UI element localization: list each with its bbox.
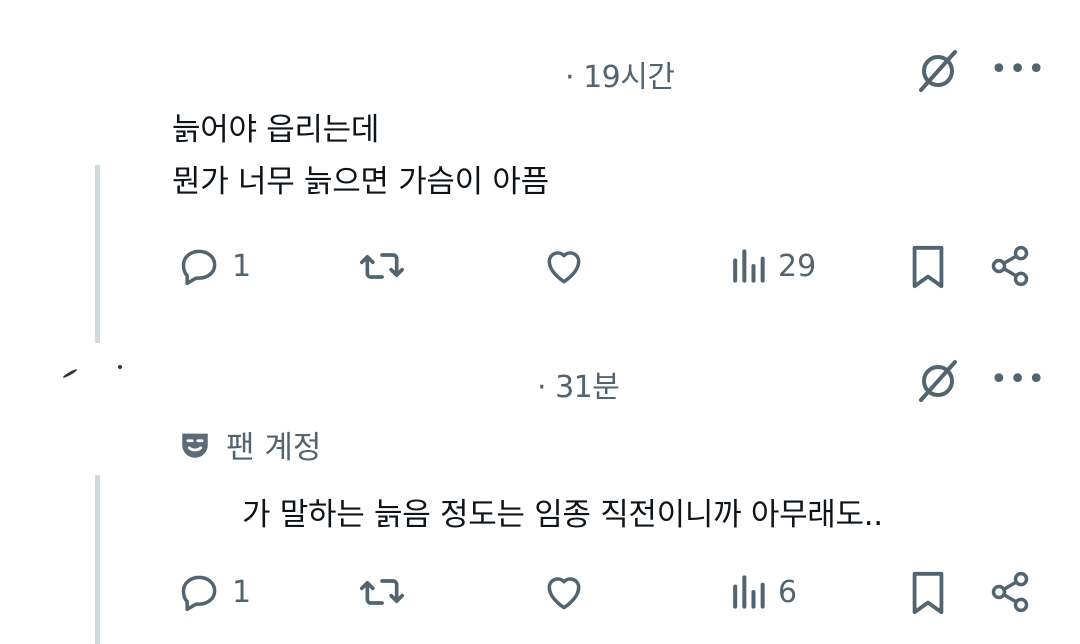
like-button[interactable]: [542, 244, 596, 288]
share-icon: [991, 245, 1029, 287]
share-button[interactable]: [988, 244, 1032, 288]
reply-icon: [181, 575, 217, 612]
post-timestamp[interactable]: · 19시간: [565, 52, 675, 96]
avatar: [62, 368, 78, 379]
heart-icon: [547, 577, 581, 610]
repost-button[interactable]: [358, 244, 416, 288]
fan-account-text: 팬 계정: [226, 430, 322, 466]
post-text-line: 늙어야 읍리는데: [172, 112, 380, 148]
bookmark-button[interactable]: [908, 244, 948, 290]
mask-icon: [182, 433, 208, 458]
repost-icon: [360, 253, 404, 279]
views-icon: [733, 249, 765, 283]
like-button[interactable]: [542, 570, 596, 614]
views-icon: [733, 575, 765, 609]
bookmark-button[interactable]: [908, 570, 948, 616]
views-count: 6: [778, 574, 798, 610]
bookmark-icon: [912, 245, 944, 289]
reply-button[interactable]: 1: [178, 244, 251, 288]
views-button[interactable]: 6: [728, 570, 797, 614]
post[interactable]: · 19시간 ••• 늙어야 읍리는데 뭔가 너무 늙으면 가슴이 아픔 1 2…: [0, 0, 1080, 340]
post-text-line: 가 말하는 늙음 정도는 임종 직전이니까 아무래도..: [242, 497, 883, 533]
share-icon: [991, 571, 1029, 613]
post-timestamp[interactable]: · 31분: [537, 362, 620, 406]
share-button[interactable]: [988, 570, 1032, 614]
grok-icon[interactable]: [915, 358, 961, 404]
more-icon[interactable]: •••: [990, 365, 1046, 395]
grok-icon[interactable]: [915, 48, 961, 94]
post[interactable]: · 31분 ••• 팬 계정 가 말하는 늙음 정도는 임종 직전이니까 아무래…: [0, 340, 1080, 644]
repost-icon: [360, 579, 404, 605]
repost-button[interactable]: [358, 570, 416, 614]
reply-icon: [181, 249, 217, 286]
bookmark-icon: [912, 571, 944, 615]
views-button[interactable]: 29: [728, 244, 816, 288]
reply-count: 1: [232, 574, 252, 610]
more-icon[interactable]: •••: [990, 55, 1046, 85]
reply-button[interactable]: 1: [178, 570, 251, 614]
fan-account-label: 팬 계정: [178, 422, 321, 467]
avatar: [118, 365, 122, 369]
post-text-line: 뭔가 너무 늙으면 가슴이 아픔: [172, 164, 549, 200]
action-bar: 1 6: [0, 566, 1080, 626]
heart-icon: [547, 251, 581, 284]
views-count: 29: [778, 248, 817, 284]
reply-count: 1: [232, 248, 252, 284]
action-bar: 1 29: [0, 240, 1080, 300]
